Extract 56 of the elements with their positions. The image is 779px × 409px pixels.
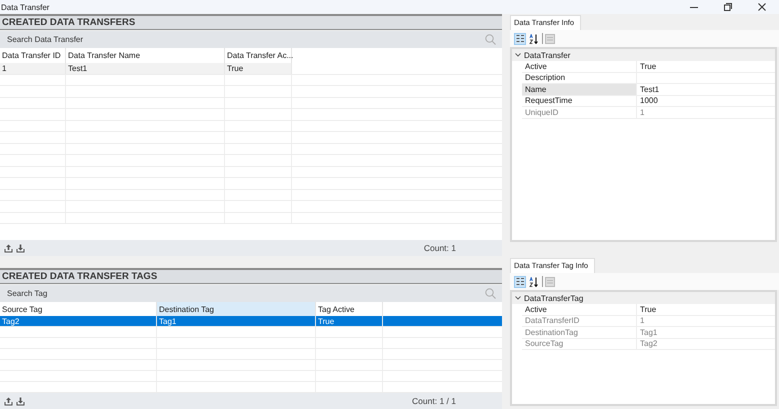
search-field[interactable]: Search Data Transfer (7, 35, 485, 44)
search-bar[interactable]: Search Data Transfer (0, 31, 502, 48)
table-row[interactable]: 1 Test1 True (0, 63, 502, 74)
column-header[interactable]: Data Transfer Ac... (225, 48, 292, 63)
property-value[interactable]: 1000 (637, 96, 775, 106)
record-count: Count: 1 (424, 243, 456, 253)
window-title: Data Transfer (0, 2, 50, 12)
table-cell: Tag2 (0, 316, 157, 326)
download-icon[interactable] (16, 244, 25, 252)
property-value[interactable]: Tag2 (637, 338, 775, 349)
category-name: DataTransferTag (524, 294, 584, 302)
record-count: Count: 1 / 1 (412, 396, 456, 406)
sort-icon (529, 276, 539, 286)
category-name: DataTransfer (524, 50, 570, 60)
table-row[interactable]: Tag2 Tag1 True (0, 316, 502, 328)
property-value[interactable]: True (637, 61, 775, 72)
property-value[interactable]: 1 (637, 107, 775, 118)
close-icon (758, 3, 766, 11)
property-value[interactable]: True (637, 304, 775, 314)
column-header[interactable]: Source Tag (0, 302, 157, 316)
category-row[interactable]: DataTransfer (512, 49, 775, 61)
chevron-icon[interactable] (515, 53, 521, 57)
minimize-icon (690, 6, 698, 8)
table-cell: True (316, 316, 383, 326)
column-header[interactable]: Destination Tag (157, 302, 316, 316)
table-cell: 1 (0, 63, 66, 74)
section-header: CREATED DATA TRANSFER TAGS (0, 268, 502, 284)
property-value[interactable]: Tag1 (637, 327, 775, 338)
table-cell: Tag1 (157, 316, 316, 326)
table-cell: Test1 (66, 63, 225, 74)
sort-alphabetical-button[interactable] (528, 32, 540, 44)
download-icon[interactable] (16, 396, 25, 406)
categorized-icon (516, 277, 524, 286)
restore-icon (724, 3, 732, 11)
sort-alphabetical-button[interactable] (528, 276, 540, 288)
upload-icon[interactable] (4, 244, 13, 252)
column-header[interactable]: Tag Active (316, 302, 383, 316)
column-header[interactable]: Data Transfer ID (0, 48, 66, 63)
sort-icon (529, 34, 539, 44)
categorized-button[interactable] (514, 32, 526, 44)
table-cell: True (225, 63, 292, 74)
property-value[interactable]: Test1 (637, 84, 775, 94)
property-name[interactable]: Active (522, 61, 637, 72)
upload-icon[interactable] (4, 396, 13, 406)
property-value[interactable]: 1 (637, 316, 775, 326)
column-header[interactable]: Data Transfer Name (66, 48, 225, 63)
categorized-icon (516, 34, 524, 43)
property-name[interactable]: Name (522, 84, 637, 94)
search-field[interactable]: Search Tag (7, 289, 485, 298)
search-bar[interactable]: Search Tag (0, 285, 502, 302)
property-name[interactable]: Active (522, 304, 637, 314)
chevron-icon[interactable] (515, 296, 521, 300)
section-header: CREATED DATA TRANSFERS (0, 14, 502, 30)
category-row[interactable]: DataTransferTag (512, 292, 775, 304)
categorized-button[interactable] (514, 276, 526, 288)
property-name[interactable]: SourceTag (522, 338, 637, 349)
